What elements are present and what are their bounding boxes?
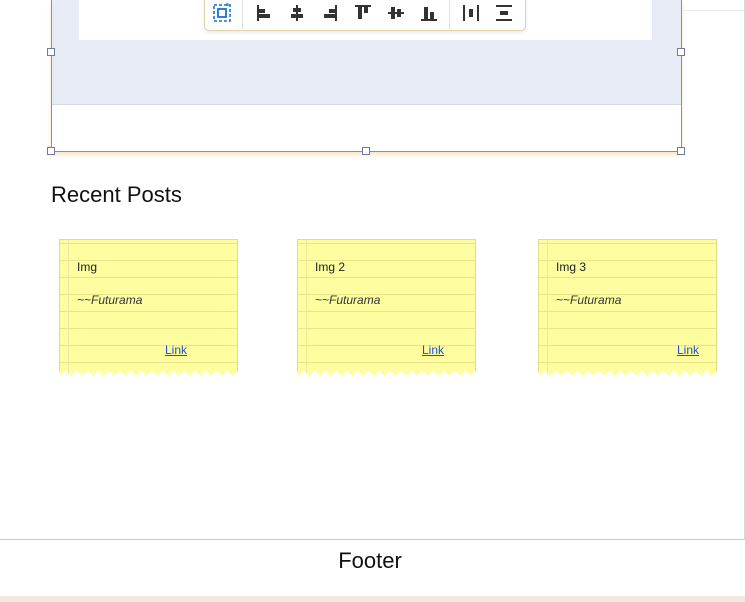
resize-handle-bottom[interactable] [362, 147, 370, 155]
distribute-vertical-button[interactable] [487, 0, 520, 28]
align-left-icon [256, 4, 270, 21]
group-select-button[interactable] [205, 0, 238, 28]
resize-handle-bottom-left[interactable] [47, 147, 55, 155]
post-author: ~~Futurama [77, 293, 143, 307]
align-center-horizontal-button[interactable] [280, 0, 313, 28]
align-center-horizontal-icon [290, 4, 303, 21]
top-divider [683, 10, 745, 11]
toolbar-separator [242, 0, 243, 31]
distribute-horizontal-button[interactable] [454, 0, 487, 28]
align-middle-vertical-button[interactable] [379, 0, 412, 28]
align-bottom-button[interactable] [412, 0, 445, 28]
align-middle-vertical-icon [387, 6, 404, 19]
align-top-button[interactable] [346, 0, 379, 28]
post-title: Img [77, 260, 98, 274]
distribute-vertical-icon [495, 4, 512, 21]
post-title: Img 2 [315, 260, 346, 274]
post-link[interactable]: Link [677, 343, 699, 357]
align-bottom-icon [420, 6, 437, 21]
post-card: Img ~~Futurama Link [59, 239, 238, 376]
post-card: Img 3 ~~Futurama Link [538, 239, 717, 376]
distribute-horizontal-icon [462, 4, 479, 21]
align-top-icon [354, 4, 371, 19]
resize-handle-left[interactable] [47, 48, 55, 56]
post-author: ~~Futurama [556, 293, 622, 307]
resize-handle-bottom-right[interactable] [677, 147, 685, 155]
footer-divider [0, 539, 745, 540]
post-author: ~~Futurama [315, 293, 381, 307]
resize-handle-right[interactable] [677, 48, 685, 56]
post-link[interactable]: Link [422, 343, 444, 357]
post-card: Img 2 ~~Futurama Link [297, 239, 476, 376]
post-link[interactable]: Link [165, 343, 187, 357]
bottom-strip [0, 596, 745, 602]
toolbar-separator [449, 0, 450, 31]
align-left-button[interactable] [247, 0, 280, 28]
section-title: Recent Posts [51, 182, 182, 207]
post-title: Img 3 [556, 260, 587, 274]
align-right-icon [323, 4, 337, 21]
group-select-icon [212, 2, 231, 22]
align-right-button[interactable] [313, 0, 346, 28]
footer-label: Footer [338, 548, 402, 573]
alignment-toolbar [204, 0, 526, 31]
